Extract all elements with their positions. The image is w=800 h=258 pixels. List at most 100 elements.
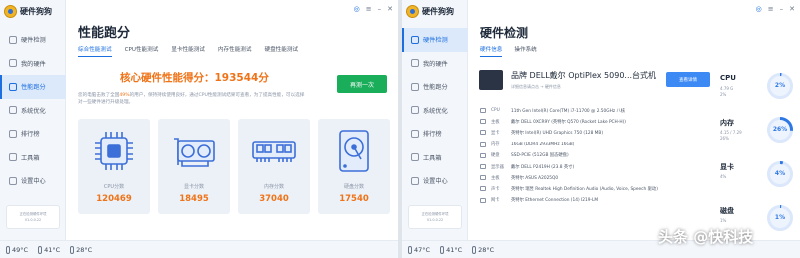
thermometer-icon (472, 245, 477, 254)
minimize-icon[interactable]: – (378, 5, 382, 13)
tab-cpu[interactable]: CPU性能测试 (125, 45, 159, 57)
hardware-icon (9, 59, 17, 68)
tab-hardware-info[interactable]: 硬件信息 (480, 45, 503, 57)
usage-sub2: 26% (720, 135, 729, 141)
tab-overall[interactable]: 综合性能测试 (78, 45, 112, 57)
close-icon[interactable]: ✕ (789, 5, 795, 13)
hardware-label: 显示器 (491, 164, 504, 170)
card-label: 硬盘分数 (343, 184, 364, 190)
hardware-row: 主板 英特尔 ASUS A2025Q0 (480, 172, 712, 183)
sidebar-item-my-hardware[interactable]: 我的硬件 (402, 52, 468, 76)
feedback-icon[interactable]: ◎ (354, 5, 360, 13)
graphics-card-icon (174, 138, 215, 167)
sidebar-info-card: 正在检测硬件环境 V1.0.0.22 (6, 205, 60, 229)
usage-cpu: CPU 4.79 G 2% 2% (720, 68, 796, 112)
hardware-row: 网卡 英特尔 Ethernet Connection (14) I219-LM (480, 195, 712, 206)
tab-os[interactable]: 操作系统 (514, 45, 536, 57)
tab-memory[interactable]: 内存性能测试 (218, 45, 252, 57)
motherboard-icon (480, 119, 486, 125)
sidebar-item-label: 工具箱 (21, 154, 40, 162)
sidebar-item-benchmark[interactable]: 性能跑分 (402, 75, 468, 99)
retest-button[interactable]: 再测一次 (337, 75, 387, 93)
sidebar-item-label: 排行榜 (423, 131, 442, 139)
toolbox-icon (9, 153, 17, 162)
thermometer-icon (70, 245, 75, 254)
sidebar-item-settings[interactable]: 设置中心 (0, 169, 66, 193)
hardware-value: 英特尔 Intel(R) UHD Graphics 750 (128 MB) (511, 130, 604, 136)
minimize-icon[interactable]: – (780, 5, 784, 13)
sidebar-item-hardware-detect[interactable]: 硬件检测 (0, 28, 66, 52)
hardware-icon (411, 59, 419, 68)
usage-name: 磁盘 (720, 207, 734, 215)
sidebar-item-settings[interactable]: 设置中心 (402, 169, 468, 193)
thermometer-icon (38, 245, 43, 254)
hardware-value: 戴尔 DELL P2419H (23.8 英寸) (511, 164, 575, 170)
card-label: 显卡分数 (183, 184, 204, 190)
sidebar-item-ranking[interactable]: 排行榜 (0, 122, 66, 146)
memory-stick-icon (252, 141, 296, 162)
sidebar-item-optimize[interactable]: 系统优化 (402, 99, 468, 123)
hardware-label: 硬盘 (491, 153, 500, 159)
sidebar-version: V1.0.0.22 (24, 218, 42, 222)
monitor-icon (9, 35, 17, 44)
card-value: 18495 (179, 194, 209, 204)
view-details-button[interactable]: 查看详情 (666, 72, 710, 87)
benchmark-window: 硬件狗狗 硬件检测 我的硬件 性能跑分 系统优化 排行榜 工具箱 设置中心 正在… (0, 0, 398, 258)
hardware-label: 声卡 (491, 186, 500, 192)
tab-disk[interactable]: 硬盘性能测试 (264, 45, 298, 57)
close-icon[interactable]: ✕ (387, 5, 393, 13)
network-icon (480, 197, 486, 203)
desc-prefix: 您的电脑击败了全国 (78, 93, 120, 98)
app-name: 硬件狗狗 (20, 7, 52, 16)
device-name: 品牌 DELL戴尔 OptiPlex 5090...台式机 (511, 71, 657, 80)
sidebar-item-label: 我的硬件 (423, 60, 448, 68)
usage-memory: 内存 4.15 / 7.29 26% 26% (720, 112, 796, 156)
usage-name: 内存 (720, 119, 734, 127)
hardware-value: 英特尔 ASUS A2025Q0 (511, 175, 559, 181)
tab-gpu[interactable]: 显卡性能测试 (171, 45, 205, 57)
usage-sub1: 1% (720, 218, 727, 223)
usage-percent: 4% (774, 170, 786, 177)
sidebar-item-toolbox[interactable]: 工具箱 (402, 146, 468, 170)
sidebar-item-ranking[interactable]: 排行榜 (402, 122, 468, 146)
sidebar-item-benchmark[interactable]: 性能跑分 (0, 75, 66, 99)
sidebar-item-my-hardware[interactable]: 我的硬件 (0, 52, 66, 76)
usage-sub1: 4% (720, 174, 727, 179)
page-title: 硬件检测 (480, 26, 529, 40)
disk-score-card: 硬盘分数 17540 (318, 119, 390, 214)
app-brand: 硬件狗狗 (406, 5, 454, 18)
sidebar-item-optimize[interactable]: 系统优化 (0, 99, 66, 123)
menu-icon[interactable]: ≡ (366, 5, 372, 13)
hardware-label: 网卡 (491, 198, 500, 204)
sidebar-item-toolbox[interactable]: 工具箱 (0, 146, 66, 170)
sidebar-item-label: 硬件检测 (21, 37, 46, 45)
disk-temp: 28°C (70, 245, 92, 254)
detect-tabs: 硬件信息 操作系统 (480, 45, 537, 57)
hardware-value: 戴尔 DELL 0XCR9Y (英特尔 Q570 (Rocket Lake PC… (511, 119, 626, 125)
hardware-row: 内存 16GB (DDR4 2933MHz 16GB) (480, 139, 712, 150)
hardware-value: 11th Gen Intel(R) Core(TM) i7-11700 @ 2.… (511, 108, 626, 114)
card-value: 120469 (96, 194, 132, 204)
window-controls: ◎ ≡ – ✕ (756, 5, 795, 13)
sidebar-item-label: 工具箱 (423, 154, 442, 162)
usage-gpu: 显卡 4% 4% (720, 156, 796, 200)
sidebar-item-hardware-detect[interactable]: 硬件检测 (402, 28, 468, 52)
sidebar-nav: 硬件检测 我的硬件 性能跑分 系统优化 排行榜 工具箱 设置中心 (0, 28, 66, 193)
disk-icon (480, 152, 486, 158)
hardware-label: 显卡 (491, 130, 500, 136)
sidebar-item-label: 性能跑分 (21, 84, 46, 92)
board-icon (480, 175, 486, 181)
cpu-temp: 49°C (6, 245, 28, 254)
usage-percent: 26% (772, 126, 788, 133)
sound-icon (480, 186, 486, 192)
feedback-icon[interactable]: ◎ (756, 5, 762, 13)
usage-percent: 1% (774, 214, 786, 221)
page-title: 性能跑分 (78, 26, 131, 41)
sidebar-item-label: 排行榜 (21, 131, 40, 139)
monitor-icon (411, 35, 419, 44)
screenshot-composite: 硬件狗狗 硬件检测 我的硬件 性能跑分 系统优化 排行榜 工具箱 设置中心 正在… (0, 0, 800, 258)
sidebar: 硬件狗狗 硬件检测 我的硬件 性能跑分 系统优化 排行榜 工具箱 设置中心 正在… (0, 0, 66, 240)
usage-sub2: 2% (720, 91, 727, 97)
hardware-value: 16GB (DDR4 2933MHz 16GB) (511, 141, 575, 147)
menu-icon[interactable]: ≡ (768, 5, 774, 13)
